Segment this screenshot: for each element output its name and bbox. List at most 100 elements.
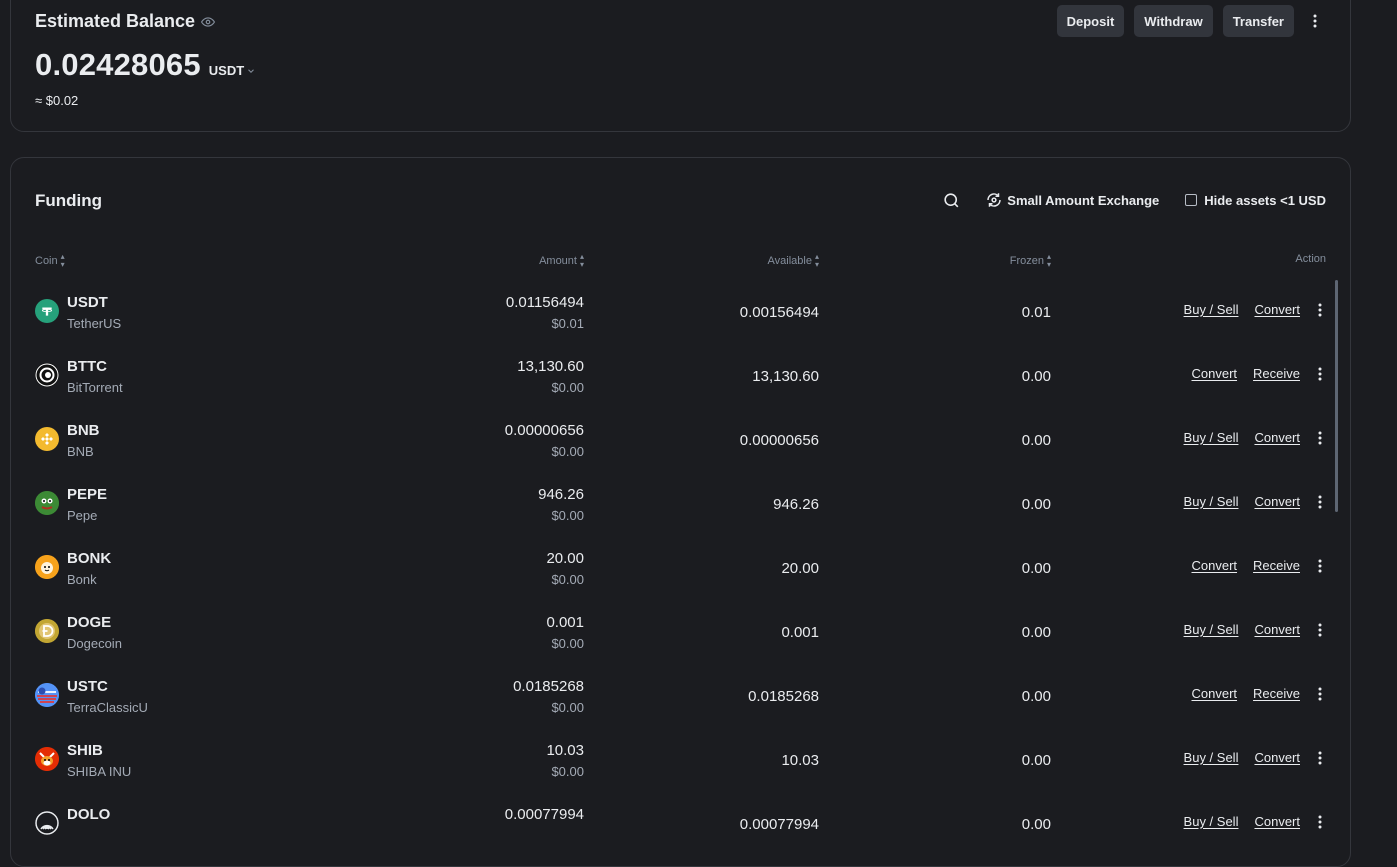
pepe-icon bbox=[35, 491, 59, 515]
coin-name: BitTorrent bbox=[67, 380, 123, 395]
column-frozen[interactable]: Frozen ▴ ▾ bbox=[1010, 253, 1051, 269]
row-actions: Buy / Sell Convert bbox=[1168, 494, 1326, 509]
amount-usd: $0.00 bbox=[551, 636, 584, 651]
buy-sell-link[interactable]: Buy / Sell bbox=[1184, 494, 1239, 509]
row-actions: Buy / Sell Convert bbox=[1168, 622, 1326, 637]
frozen-value: 0.00 bbox=[1021, 688, 1051, 705]
funding-title: Funding bbox=[35, 191, 103, 210]
convert-link[interactable]: Convert bbox=[1254, 430, 1300, 445]
row-actions: Convert Receive bbox=[1176, 686, 1327, 701]
more-options-icon[interactable] bbox=[1314, 623, 1326, 637]
balance-unit-dropdown[interactable]: USDT bbox=[209, 63, 256, 78]
withdraw-button[interactable]: Withdraw bbox=[1134, 5, 1213, 37]
frozen-value: 0.00 bbox=[1021, 432, 1051, 449]
bnb-icon bbox=[35, 427, 59, 451]
amount-usd: $0.00 bbox=[551, 444, 584, 459]
more-options-icon[interactable] bbox=[1314, 815, 1326, 829]
column-amount[interactable]: Amount ▴ ▾ bbox=[539, 253, 584, 269]
buy-sell-link[interactable]: Buy / Sell bbox=[1184, 622, 1239, 637]
small-amount-exchange-button[interactable]: Small Amount Exchange bbox=[985, 191, 1159, 209]
receive-link[interactable]: Receive bbox=[1253, 686, 1300, 701]
receive-link[interactable]: Receive bbox=[1253, 366, 1300, 381]
buy-sell-link[interactable]: Buy / Sell bbox=[1184, 430, 1239, 445]
transfer-button[interactable]: Transfer bbox=[1222, 5, 1294, 37]
available-value: 0.001 bbox=[781, 624, 819, 641]
buy-sell-link[interactable]: Buy / Sell bbox=[1184, 814, 1239, 829]
buy-sell-link[interactable]: Buy / Sell bbox=[1184, 750, 1239, 765]
coin-symbol: BONK bbox=[67, 550, 112, 567]
ustc-icon bbox=[35, 683, 59, 707]
frozen-value: 0.01 bbox=[1021, 304, 1051, 321]
frozen-value: 0.00 bbox=[1021, 752, 1051, 769]
table-row-usdt: USDT TetherUS 0.01156494 $0.01 0.0015649… bbox=[11, 280, 1350, 344]
convert-link[interactable]: Convert bbox=[1254, 494, 1300, 509]
amount-value: 13,130.60 bbox=[517, 358, 584, 375]
usdt-icon bbox=[35, 299, 59, 323]
hide-small-assets-toggle[interactable]: Hide assets <1 USD bbox=[1185, 193, 1326, 208]
available-value: 10.03 bbox=[781, 752, 819, 769]
coin-symbol: SHIB bbox=[67, 742, 103, 759]
convert-link[interactable]: Convert bbox=[1254, 622, 1300, 637]
column-coin[interactable]: Coin ▴ ▾ bbox=[35, 253, 65, 269]
coin-symbol: USDT bbox=[67, 294, 108, 311]
coin-name: BNB bbox=[67, 444, 94, 459]
convert-link[interactable]: Convert bbox=[1192, 686, 1238, 701]
amount-value: 0.001 bbox=[546, 614, 584, 631]
funding-card: Funding Small Amount Exchange Hide asset… bbox=[10, 157, 1351, 867]
hide-small-assets-checkbox[interactable] bbox=[1185, 194, 1198, 206]
more-options-icon[interactable] bbox=[1314, 431, 1326, 445]
amount-value: 0.01156494 bbox=[505, 294, 584, 311]
coin-name: SHIBA INU bbox=[67, 764, 132, 779]
available-value: 0.00156494 bbox=[739, 304, 819, 321]
receive-link[interactable]: Receive bbox=[1253, 558, 1300, 573]
row-actions: Buy / Sell Convert bbox=[1168, 814, 1326, 829]
hide-small-assets-label: Hide assets <1 USD bbox=[1204, 192, 1326, 208]
more-options-icon[interactable] bbox=[1314, 687, 1326, 701]
convert-link[interactable]: Convert bbox=[1192, 366, 1238, 381]
sort-icon: ▴ ▾ bbox=[579, 252, 584, 269]
coin-name: Dogecoin bbox=[67, 636, 122, 651]
amount-value: 10.03 bbox=[546, 742, 584, 759]
available-value: 0.00077994 bbox=[739, 816, 819, 833]
coin-name: TerraClassicU bbox=[67, 700, 148, 715]
more-options-icon[interactable] bbox=[1314, 559, 1326, 573]
more-options-icon[interactable] bbox=[1314, 751, 1326, 765]
table-row-bonk: BONK Bonk 20.00 $0.00 20.00 0.00 Convert… bbox=[11, 536, 1350, 600]
coin-symbol: DOLO bbox=[67, 806, 111, 823]
table-row-shib: SHIB SHIBA INU 10.03 $0.00 10.03 0.00 Bu… bbox=[11, 728, 1350, 792]
amount-value: 0.00077994 bbox=[504, 806, 584, 823]
convert-link[interactable]: Convert bbox=[1254, 814, 1300, 829]
table-row-ustc: USTC TerraClassicU 0.0185268 $0.00 0.018… bbox=[11, 664, 1350, 728]
bonk-icon bbox=[35, 555, 59, 579]
amount-value: 20.00 bbox=[546, 550, 584, 567]
convert-link[interactable]: Convert bbox=[1254, 750, 1300, 765]
frozen-value: 0.00 bbox=[1021, 624, 1051, 641]
small-amount-exchange-label: Small Amount Exchange bbox=[1007, 192, 1160, 208]
deposit-button[interactable]: Deposit bbox=[1056, 5, 1125, 37]
sort-icon: ▴ ▾ bbox=[814, 252, 819, 269]
eye-icon[interactable] bbox=[201, 15, 216, 29]
convert-link[interactable]: Convert bbox=[1254, 302, 1300, 317]
balance-title-text: Estimated Balance bbox=[35, 11, 196, 31]
table-row-bnb: BNB BNB 0.00000656 $0.00 0.00000656 0.00… bbox=[11, 408, 1350, 472]
more-options-icon[interactable] bbox=[1314, 367, 1326, 381]
more-options-icon[interactable] bbox=[1314, 495, 1326, 509]
coin-name: Bonk bbox=[67, 572, 97, 587]
more-options-icon[interactable] bbox=[1304, 5, 1326, 37]
search-icon[interactable] bbox=[942, 191, 961, 210]
scrollbar[interactable] bbox=[1335, 280, 1338, 512]
row-actions: Buy / Sell Convert bbox=[1168, 302, 1326, 317]
convert-link[interactable]: Convert bbox=[1192, 558, 1238, 573]
balance-title: Estimated Balance bbox=[35, 11, 216, 32]
amount-usd: $0.00 bbox=[551, 700, 584, 715]
balance-amount-row: 0.02428065 USDT bbox=[35, 47, 256, 83]
chevron-down-icon bbox=[248, 68, 255, 73]
buy-sell-link[interactable]: Buy / Sell bbox=[1184, 302, 1239, 317]
column-available[interactable]: Available ▴ ▾ bbox=[768, 253, 819, 269]
coin-symbol: BNB bbox=[67, 422, 100, 439]
more-options-icon[interactable] bbox=[1314, 303, 1326, 317]
coin-symbol: BTTC bbox=[67, 358, 107, 375]
frozen-value: 0.00 bbox=[1021, 368, 1051, 385]
available-value: 0.0185268 bbox=[748, 688, 819, 705]
amount-usd: $0.00 bbox=[551, 764, 584, 779]
